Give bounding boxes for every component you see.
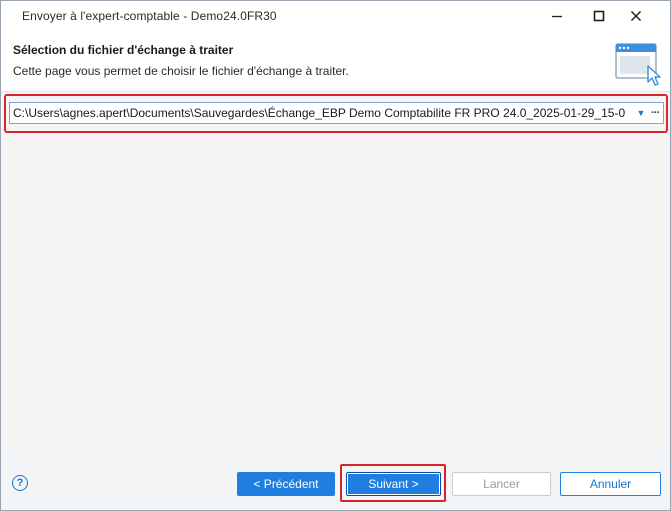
close-icon — [630, 10, 642, 22]
wizard-content: C:\Users\agnes.apert\Documents\Sauvegard… — [1, 91, 670, 445]
previous-button[interactable]: < Précédent — [237, 472, 335, 496]
next-button[interactable]: Suivant > — [346, 472, 441, 496]
file-path-input[interactable]: C:\Users\agnes.apert\Documents\Sauvegard… — [10, 106, 635, 120]
minimize-button[interactable] — [538, 1, 576, 31]
page-title: Sélection du fichier d'échange à traiter — [13, 43, 234, 57]
page-subtitle: Cette page vous permet de choisir le fic… — [13, 64, 349, 78]
help-icon[interactable]: ? — [12, 475, 28, 491]
maximize-button[interactable] — [580, 1, 618, 31]
minimize-icon — [552, 15, 562, 18]
close-button[interactable] — [617, 1, 655, 31]
launch-button[interactable]: Lancer — [452, 472, 551, 496]
wizard-header: Sélection du fichier d'échange à traiter… — [1, 31, 670, 91]
chevron-down-icon[interactable]: ▼ — [635, 103, 647, 123]
file-path-combo[interactable]: C:\Users\agnes.apert\Documents\Sauvegard… — [9, 102, 664, 124]
maximize-icon — [593, 10, 605, 22]
browse-button[interactable]: ··· — [647, 103, 663, 123]
wizard-window: Envoyer à l'expert-comptable - Demo24.0F… — [0, 0, 671, 511]
window-title: Envoyer à l'expert-comptable - Demo24.0F… — [22, 9, 277, 23]
window-cursor-icon — [615, 43, 661, 86]
wizard-footer: ? < Précédent Suivant > Lancer Annuler — [1, 445, 670, 510]
title-bar: Envoyer à l'expert-comptable - Demo24.0F… — [1, 1, 670, 31]
cancel-button[interactable]: Annuler — [560, 472, 661, 496]
